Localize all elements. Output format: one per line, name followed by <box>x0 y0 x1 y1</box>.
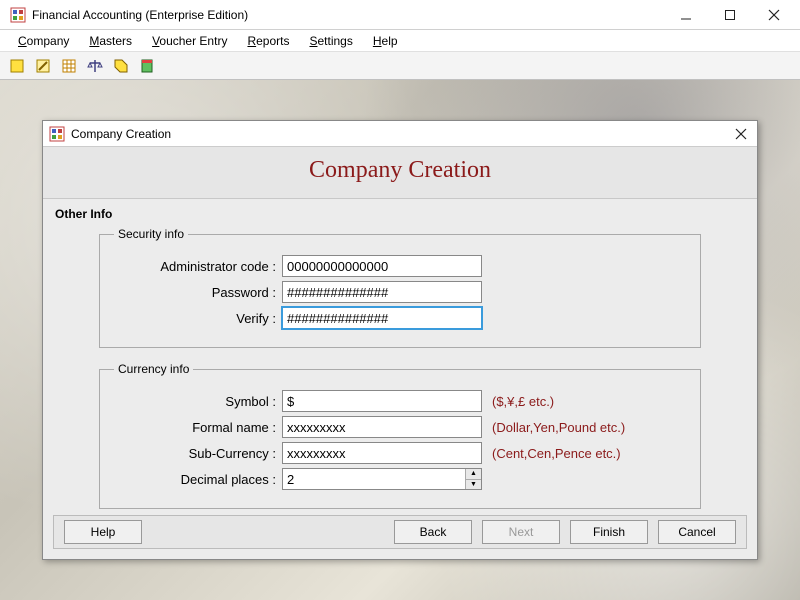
currency-legend: Currency info <box>114 362 193 376</box>
menu-help[interactable]: Help <box>363 32 408 50</box>
password-label: Password : <box>114 285 282 300</box>
security-info-group: Security info Administrator code : Passw… <box>99 227 701 348</box>
menu-voucher-entry[interactable]: Voucher Entry <box>142 32 237 50</box>
password-input[interactable] <box>282 281 482 303</box>
maximize-button[interactable] <box>708 0 752 30</box>
toolbar-edit-icon[interactable] <box>32 55 54 77</box>
dialog-title: Company Creation <box>71 127 731 141</box>
dialog-icon <box>49 126 65 142</box>
menu-reports[interactable]: Reports <box>237 32 299 50</box>
sub-currency-hint: (Cent,Cen,Pence etc.) <box>492 446 621 461</box>
verify-label: Verify : <box>114 311 282 326</box>
toolbar <box>0 52 800 80</box>
symbol-hint: ($,¥,£ etc.) <box>492 394 554 409</box>
section-other-info: Other Info <box>53 203 747 223</box>
formal-name-input[interactable] <box>282 416 482 438</box>
app-icon <box>10 7 26 23</box>
toolbar-tag-icon[interactable] <box>110 55 132 77</box>
toolbar-balance-icon[interactable] <box>84 55 106 77</box>
menu-company[interactable]: Company <box>8 32 79 50</box>
currency-info-group: Currency info Symbol : ($,¥,£ etc.) Form… <box>99 362 701 509</box>
formal-name-label: Formal name : <box>114 420 282 435</box>
dialog-close-button[interactable] <box>731 124 751 144</box>
dialog-button-bar: Help Back Next Finish Cancel <box>53 515 747 549</box>
help-button[interactable]: Help <box>64 520 142 544</box>
formal-name-hint: (Dollar,Yen,Pound etc.) <box>492 420 625 435</box>
back-button[interactable]: Back <box>394 520 472 544</box>
menu-masters[interactable]: Masters <box>79 32 142 50</box>
close-button[interactable] <box>752 0 796 30</box>
verify-input[interactable] <box>282 307 482 329</box>
toolbar-grid-icon[interactable] <box>58 55 80 77</box>
dialog-header: Company Creation <box>43 147 757 199</box>
dialog-heading: Company Creation <box>43 157 757 184</box>
minimize-button[interactable] <box>664 0 708 30</box>
admin-code-label: Administrator code : <box>114 259 282 274</box>
company-creation-dialog: Company Creation Company Creation Other … <box>42 120 758 560</box>
workspace-background: Company Creation Company Creation Other … <box>0 80 800 600</box>
decimal-spin-up[interactable]: ▲ <box>465 469 481 480</box>
finish-button[interactable]: Finish <box>570 520 648 544</box>
dialog-titlebar: Company Creation <box>43 121 757 147</box>
main-titlebar: Financial Accounting (Enterprise Edition… <box>0 0 800 30</box>
security-legend: Security info <box>114 227 188 241</box>
symbol-label: Symbol : <box>114 394 282 409</box>
decimal-places-input[interactable] <box>282 468 482 490</box>
decimal-spin-down[interactable]: ▼ <box>465 480 481 490</box>
toolbar-report-icon[interactable] <box>136 55 158 77</box>
menu-settings[interactable]: Settings <box>299 32 362 50</box>
sub-currency-label: Sub-Currency : <box>114 446 282 461</box>
next-button[interactable]: Next <box>482 520 560 544</box>
menubar: Company Masters Voucher Entry Reports Se… <box>0 30 800 52</box>
cancel-button[interactable]: Cancel <box>658 520 736 544</box>
sub-currency-input[interactable] <box>282 442 482 464</box>
window-title: Financial Accounting (Enterprise Edition… <box>32 8 664 22</box>
symbol-input[interactable] <box>282 390 482 412</box>
decimal-places-label: Decimal places : <box>114 472 282 487</box>
toolbar-new-icon[interactable] <box>6 55 28 77</box>
admin-code-input[interactable] <box>282 255 482 277</box>
